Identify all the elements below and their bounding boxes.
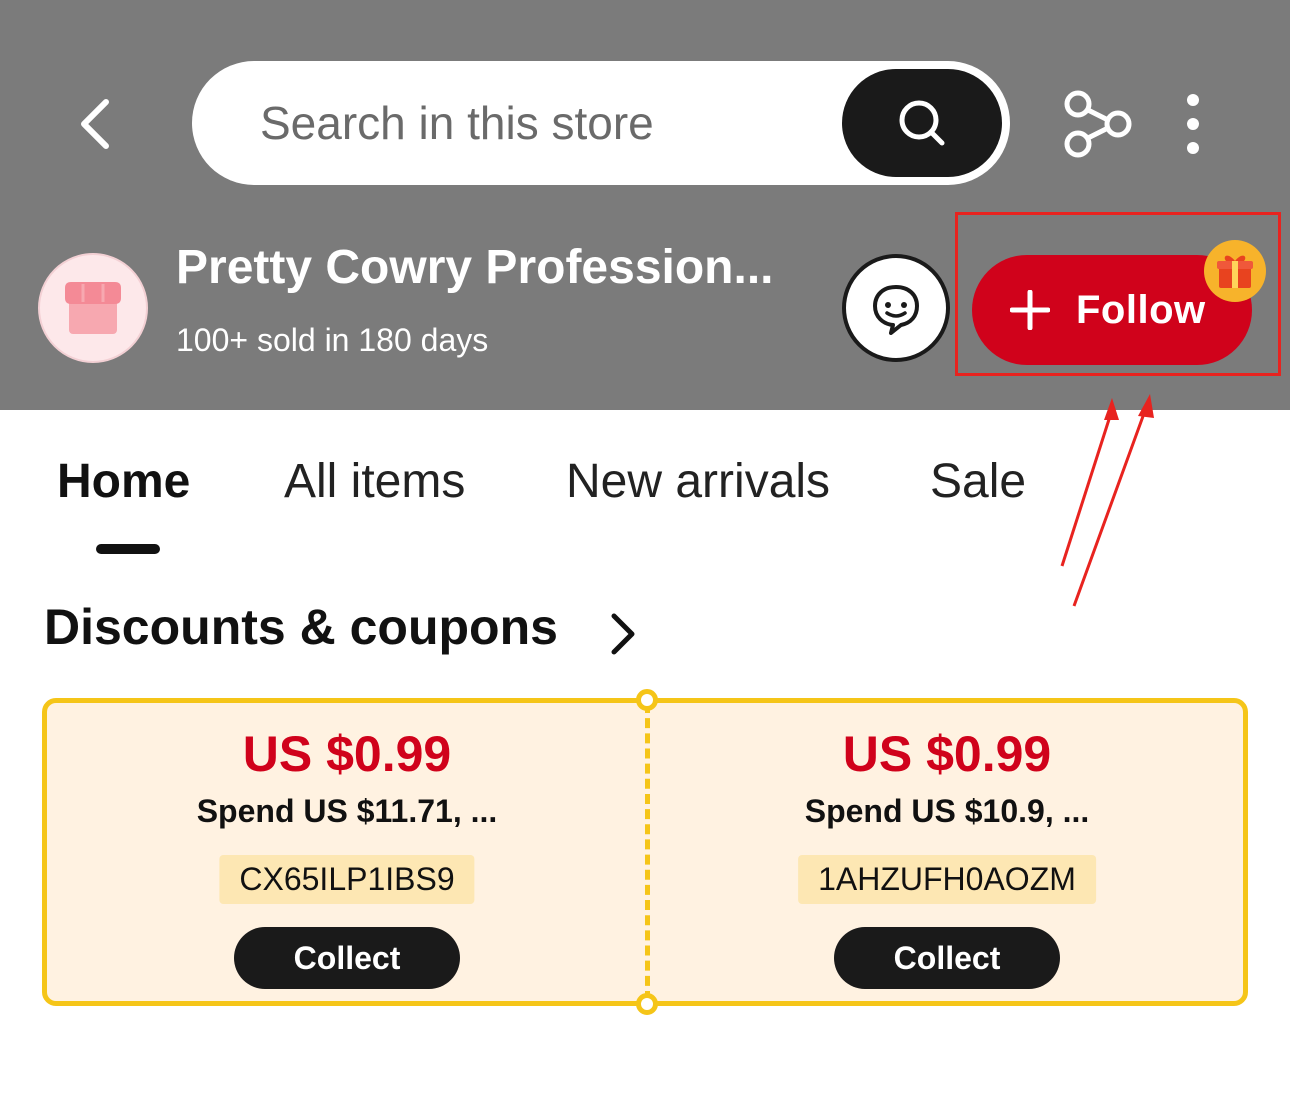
tab-sale[interactable]: Sale xyxy=(930,454,1026,509)
follow-label: Follow xyxy=(1076,287,1206,332)
collect-button[interactable]: Collect xyxy=(234,927,460,989)
store-header: Pretty Cowry Profession... 100+ sold in … xyxy=(0,0,1290,410)
coupon-code: 1AHZUFH0AOZM xyxy=(798,855,1096,904)
section-title[interactable]: Discounts & coupons xyxy=(44,598,558,656)
search-input[interactable] xyxy=(260,81,820,165)
tab-all-items[interactable]: All items xyxy=(284,454,465,509)
store-sold-count: 100+ sold in 180 days xyxy=(176,322,489,358)
store-avatar[interactable] xyxy=(38,253,148,363)
back-arrow-icon xyxy=(81,99,109,149)
store-tabs: Home All items New arrivals Sale xyxy=(0,440,1100,560)
chat-icon xyxy=(873,285,919,335)
more-options-button[interactable] xyxy=(1170,90,1216,158)
share-icon xyxy=(1064,90,1132,158)
coupon-strip: US $0.99 Spend US $11.71, ... CX65ILP1IB… xyxy=(42,689,1248,1015)
gift-icon xyxy=(1217,255,1253,288)
chevron-right-icon[interactable] xyxy=(604,612,640,656)
coupon-condition: Spend US $10.9, ... xyxy=(804,793,1090,829)
coupon-code: CX65ILP1IBS9 xyxy=(219,855,475,904)
coupon-condition: Spend US $11.71, ... xyxy=(196,793,498,829)
active-tab-indicator xyxy=(96,544,160,554)
gift-badge xyxy=(1204,240,1266,302)
more-vertical-icon xyxy=(1187,94,1199,154)
coupon-card: US $0.99 Spend US $10.9, ... 1AHZUFH0AOZ… xyxy=(647,703,1247,1001)
coupon-amount: US $0.99 xyxy=(842,726,1052,782)
coupon-amount: US $0.99 xyxy=(242,726,452,782)
plus-icon xyxy=(1010,290,1050,330)
tab-home[interactable]: Home xyxy=(57,454,190,509)
store-logo-icon xyxy=(65,282,121,334)
tab-new-arrivals[interactable]: New arrivals xyxy=(566,454,830,509)
search-button[interactable] xyxy=(842,69,1002,177)
search-icon xyxy=(899,100,945,146)
coupon-card: US $0.99 Spend US $11.71, ... CX65ILP1IB… xyxy=(47,703,647,1001)
back-button[interactable] xyxy=(64,92,128,156)
share-button[interactable] xyxy=(1060,88,1136,160)
search-bar xyxy=(192,61,1010,185)
chat-button[interactable] xyxy=(842,254,950,362)
collect-button[interactable]: Collect xyxy=(834,927,1060,989)
store-name[interactable]: Pretty Cowry Profession... xyxy=(176,240,816,295)
